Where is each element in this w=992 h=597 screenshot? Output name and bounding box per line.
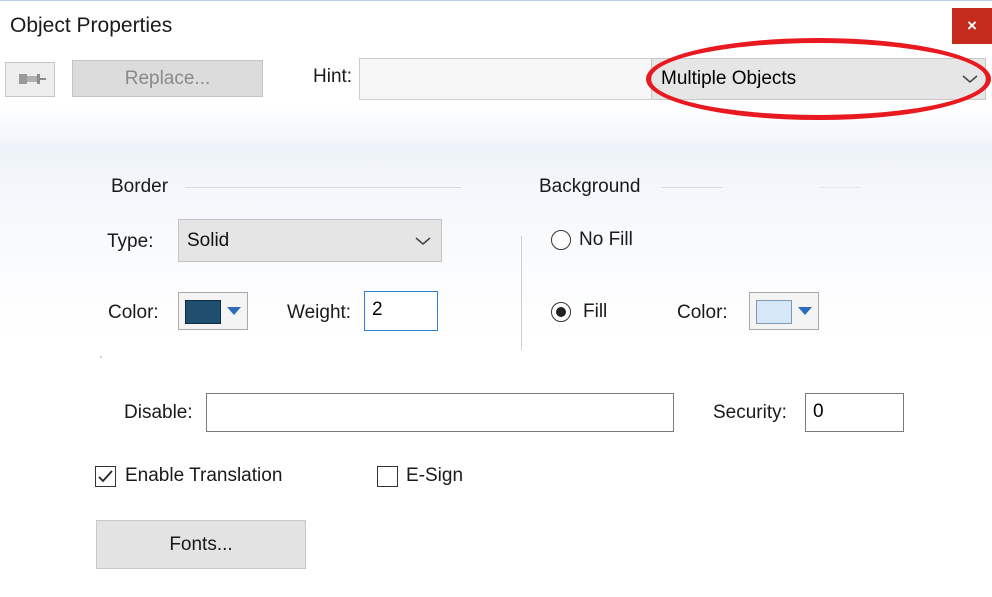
fill-radio[interactable]	[551, 302, 571, 322]
group-separator	[521, 236, 522, 350]
disable-label: Disable:	[124, 402, 193, 423]
hint-label: Hint:	[313, 66, 353, 87]
border-group-line	[185, 187, 461, 188]
object-selector-value: Multiple Objects	[661, 68, 797, 89]
object-selector-dropdown[interactable]: Multiple Objects	[651, 58, 986, 100]
esign-checkbox[interactable]	[377, 466, 398, 487]
fill-radio-selected-dot	[556, 307, 566, 317]
chevron-down-icon	[962, 75, 978, 83]
replace-button[interactable]: Replace...	[72, 60, 263, 97]
object-properties-dialog: Object Properties × Replace... Hint: Mul…	[0, 0, 992, 597]
no-fill-radio[interactable]	[551, 230, 571, 250]
window-title: Object Properties	[10, 14, 173, 37]
pushpin-icon	[19, 74, 46, 84]
border-weight-input[interactable]: 2	[364, 291, 438, 331]
background-group-line	[662, 187, 722, 188]
dropdown-arrow-icon	[798, 307, 812, 315]
background-color-picker[interactable]	[749, 292, 819, 330]
no-fill-label: No Fill	[579, 229, 633, 250]
enable-translation-checkbox[interactable]	[95, 466, 116, 487]
window-top-border	[0, 0, 992, 1]
esign-label: E-Sign	[406, 465, 464, 486]
chevron-down-icon	[415, 237, 431, 245]
fonts-button[interactable]: Fonts...	[96, 520, 306, 569]
border-group-corner	[100, 356, 102, 358]
security-label: Security:	[713, 402, 787, 423]
border-color-picker[interactable]	[178, 292, 248, 330]
background-color-label: Color:	[677, 302, 728, 323]
background-group-line-right	[820, 187, 860, 188]
border-type-label: Type:	[107, 231, 154, 252]
fill-label: Fill	[583, 301, 608, 322]
disable-input[interactable]	[206, 393, 674, 432]
border-type-value: Solid	[187, 230, 230, 251]
border-type-dropdown[interactable]: Solid	[178, 219, 442, 262]
security-input[interactable]: 0	[805, 393, 904, 432]
close-button[interactable]: ×	[952, 8, 992, 44]
background-group-label: Background	[539, 176, 641, 197]
border-color-swatch	[185, 300, 221, 324]
border-color-label: Color:	[108, 302, 159, 323]
border-group-label: Border	[111, 176, 169, 197]
pin-button[interactable]	[5, 62, 55, 97]
enable-translation-label: Enable Translation	[125, 465, 283, 486]
hint-input[interactable]	[359, 58, 652, 100]
background-color-swatch	[756, 300, 792, 324]
dropdown-arrow-icon	[227, 307, 241, 315]
border-weight-label: Weight:	[287, 302, 352, 323]
checkmark-icon	[98, 470, 113, 483]
